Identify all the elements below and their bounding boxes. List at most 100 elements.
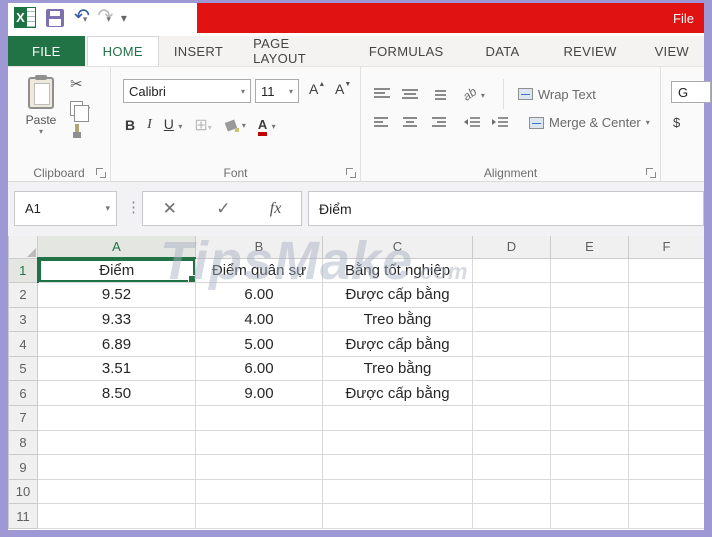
cell-B9[interactable] [195,454,323,480]
shrink-font-button[interactable]: A▼ [335,81,351,97]
cell-A10[interactable] [37,479,196,505]
cell-E11[interactable] [550,503,629,530]
clipboard-dialog-launcher-icon[interactable] [96,168,106,178]
cell-B1[interactable]: Điểm quân sự [195,258,323,284]
cell-B3[interactable]: 4.00 [195,307,323,333]
cell-B11[interactable] [195,503,323,530]
borders-button[interactable]: ⊞▾ [194,115,211,135]
cell-E6[interactable] [550,380,629,407]
font-size-combo[interactable]: 11 ▾ [255,79,299,103]
paste-button[interactable]: Paste ▾ [18,75,64,163]
row-header-2[interactable]: 2 [8,282,38,308]
cell-A3[interactable]: 9.33 [37,307,196,333]
cell-B2[interactable]: 6.00 [195,282,323,308]
cell-E5[interactable] [550,356,629,382]
cell-F10[interactable] [628,479,704,505]
row-header-3[interactable]: 3 [8,307,38,333]
align-top-icon[interactable] [373,87,391,101]
insert-function-icon[interactable]: fx [270,200,282,218]
cell-F4[interactable] [628,331,704,357]
save-icon[interactable] [46,8,64,27]
cell-F3[interactable] [628,307,704,333]
cell-A1[interactable]: Điểm [37,258,196,284]
row-header-9[interactable]: 9 [8,454,38,480]
cell-E3[interactable] [550,307,629,333]
cell-C10[interactable] [322,479,473,505]
cell-E2[interactable] [550,282,629,308]
cell-B7[interactable] [195,405,323,431]
cut-icon[interactable]: ✂ [70,75,90,93]
grow-font-button[interactable]: A▲ [309,81,325,97]
row-header-5[interactable]: 5 [8,356,38,382]
select-all-corner[interactable] [8,236,38,259]
align-right-icon[interactable] [429,116,447,130]
currency-button[interactable]: $ [673,115,680,130]
cell-E8[interactable] [550,430,629,456]
cell-C3[interactable]: Treo bằng [322,307,473,333]
column-header-D[interactable]: D [472,236,551,259]
cell-C5[interactable]: Treo bằng [322,356,473,382]
font-color-button[interactable]: A ▾ [257,116,276,136]
cancel-button-icon[interactable]: ✕ [163,199,177,219]
cell-B4[interactable]: 5.00 [195,331,323,357]
format-painter-icon[interactable] [70,124,84,139]
align-middle-icon[interactable] [401,87,419,101]
cell-C2[interactable]: Được cấp bằng [322,282,473,308]
qat-customize-icon[interactable]: ▾ [121,11,127,25]
underline-button[interactable]: U ▾ [164,116,183,134]
tab-view[interactable]: VIEW [640,36,704,66]
column-header-C[interactable]: C [322,236,473,259]
cell-F5[interactable] [628,356,704,382]
row-header-11[interactable]: 11 [8,503,38,530]
align-left-icon[interactable] [373,116,391,130]
cell-B8[interactable] [195,430,323,456]
decrease-indent-icon[interactable] [463,116,481,130]
number-format-combo[interactable]: G [671,81,711,103]
row-header-4[interactable]: 4 [8,331,38,357]
cell-D9[interactable] [472,454,551,480]
tab-insert[interactable]: INSERT [159,36,238,66]
formula-input[interactable]: Điểm [308,191,704,226]
column-header-B[interactable]: B [195,236,323,259]
cell-C1[interactable]: Bằng tốt nghiệp [322,258,473,284]
cell-D5[interactable] [472,356,551,382]
cell-F6[interactable] [628,380,704,407]
row-header-8[interactable]: 8 [8,430,38,456]
tab-home[interactable]: HOME [86,36,159,66]
cell-E10[interactable] [550,479,629,505]
cell-E1[interactable] [550,258,629,284]
tab-review[interactable]: REVIEW [548,36,631,66]
row-header-6[interactable]: 6 [8,380,38,407]
italic-button[interactable]: I [147,117,152,133]
cell-E7[interactable] [550,405,629,431]
cell-C4[interactable]: Được cấp bằng [322,331,473,357]
cell-A4[interactable]: 6.89 [37,331,196,357]
cell-A11[interactable] [37,503,196,530]
copy-button[interactable]: ▾ [70,101,90,122]
cell-D11[interactable] [472,503,551,530]
cell-D6[interactable] [472,380,551,407]
cell-D4[interactable] [472,331,551,357]
orientation-button[interactable]: ab ▾ [460,84,485,103]
formula-bar-grip-icon[interactable]: ⋮ [126,198,141,216]
cell-C8[interactable] [322,430,473,456]
cell-A2[interactable]: 9.52 [37,282,196,308]
cell-D7[interactable] [472,405,551,431]
cell-D2[interactable] [472,282,551,308]
cell-F8[interactable] [628,430,704,456]
row-header-10[interactable]: 10 [8,479,38,505]
cell-F7[interactable] [628,405,704,431]
cell-A9[interactable] [37,454,196,480]
cell-C11[interactable] [322,503,473,530]
cell-E4[interactable] [550,331,629,357]
cell-D8[interactable] [472,430,551,456]
tab-data[interactable]: DATA [471,36,535,66]
cell-C9[interactable] [322,454,473,480]
align-center-icon[interactable] [401,116,419,130]
column-header-A[interactable]: A [37,236,196,259]
cell-A7[interactable] [37,405,196,431]
cell-E9[interactable] [550,454,629,480]
row-header-1[interactable]: 1 [8,258,39,284]
column-header-F[interactable]: F [628,236,704,259]
alignment-dialog-launcher-icon[interactable] [646,168,656,178]
